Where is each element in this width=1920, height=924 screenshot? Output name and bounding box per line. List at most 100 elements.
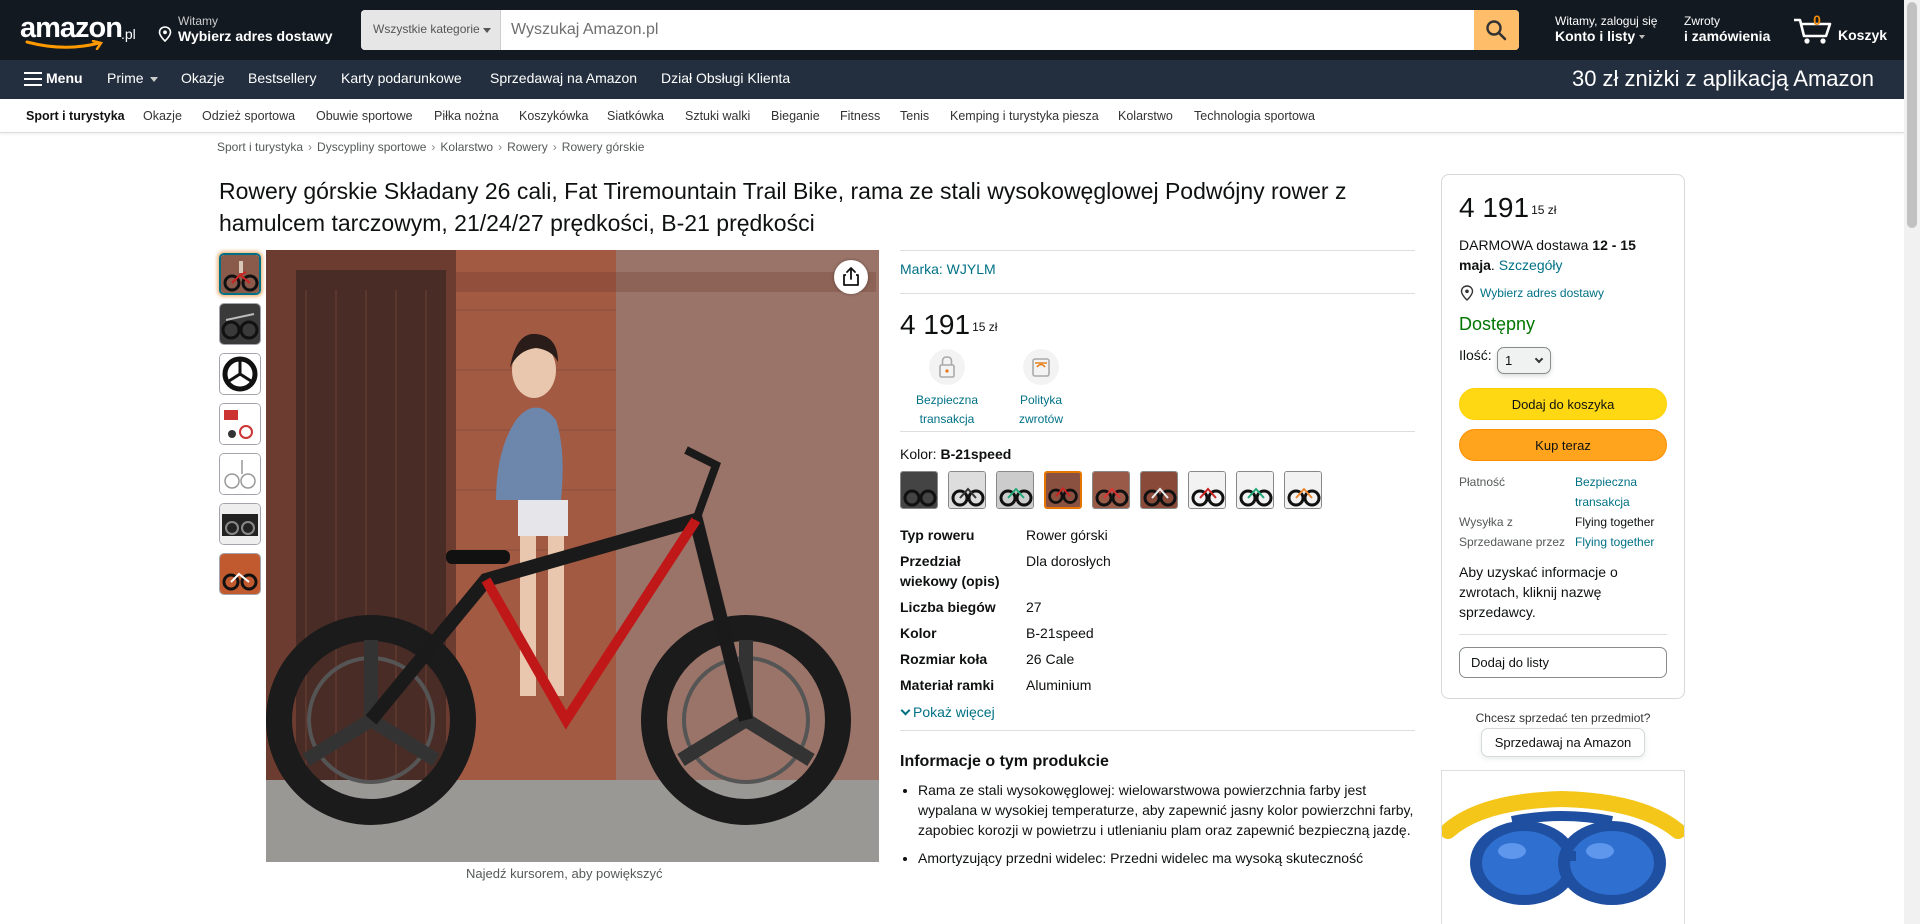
color-swatch[interactable] — [948, 471, 986, 509]
seller-info-key: Płatność — [1459, 475, 1506, 489]
delivery-details-link[interactable]: Szczegóły — [1499, 257, 1563, 273]
account-and-lists[interactable]: Witamy, zaloguj się Konto i listy — [1555, 14, 1657, 44]
seller-info-table: Płatność Bezpieczna transakcja Wysyłka z F… — [1459, 472, 1667, 552]
subnav-item-okazje[interactable]: Okazje — [143, 109, 182, 123]
quantity-label: Ilość: — [1459, 347, 1492, 363]
about-bullet: Amortyzujący przedni widelec: Przedni wi… — [918, 848, 1415, 868]
divider — [900, 250, 1415, 251]
seller-link[interactable]: Flying together — [1575, 532, 1671, 552]
thumbnail-1[interactable] — [219, 253, 261, 295]
subnav-item-bieganie[interactable]: Bieganie — [771, 109, 820, 123]
delivery-prefix: DARMOWA dostawa — [1459, 237, 1593, 253]
cart-label: Koszyk — [1838, 27, 1888, 43]
nav-item-prime[interactable]: Prime — [107, 70, 158, 86]
quantity-dropdown[interactable]: 1 — [1497, 347, 1551, 374]
select-address-link[interactable]: Wybierz adres dostawy — [1459, 285, 1667, 301]
image-thumbnails — [219, 253, 261, 603]
orders-label: i zamówienia — [1684, 28, 1771, 44]
hamburger-menu-icon[interactable] — [24, 72, 42, 90]
color-swatch[interactable] — [1284, 471, 1322, 509]
nav-item-bestsellery[interactable]: Bestsellery — [248, 70, 316, 86]
brand-link[interactable]: Marka: WJYLM — [900, 261, 1415, 277]
price-whole: 4 191 — [900, 309, 971, 340]
thumbnail-5[interactable] — [219, 453, 261, 495]
thumbnail-3[interactable] — [219, 353, 261, 395]
subnav-item-technologia[interactable]: Technologia sportowa — [1194, 109, 1315, 123]
buy-now-button[interactable]: Kup teraz — [1459, 429, 1667, 461]
spec-row: Liczba biegów 27 — [900, 597, 1415, 617]
account-label: Konto i listy — [1555, 28, 1636, 44]
subnav-item-obuwie[interactable]: Obuwie sportowe — [316, 109, 413, 123]
badge-secure-transaction[interactable]: Bezpieczna transakcja — [902, 349, 992, 429]
subnav-item-sport[interactable]: Sport i turystyka — [26, 109, 125, 123]
about-heading: Informacje o tym produkcie — [900, 753, 1109, 770]
search-bar: Wszystkie kategorie — [361, 10, 1519, 50]
color-swatch-selected[interactable] — [1044, 471, 1082, 509]
color-swatch[interactable] — [900, 471, 938, 509]
badge-secure-line1: Bezpieczna — [915, 393, 979, 407]
breadcrumb-item[interactable]: Rowery górskie — [562, 140, 645, 154]
badge-returns-policy[interactable]: Polityka zwrotów — [996, 349, 1086, 429]
nav-item-okazje[interactable]: Okazje — [181, 70, 225, 86]
breadcrumb-item[interactable]: Dyscypliny sportowe — [317, 140, 426, 154]
breadcrumb-item[interactable]: Rowery — [507, 140, 548, 154]
add-to-cart-button[interactable]: Dodaj do koszyka — [1459, 388, 1667, 420]
subnav-item-fitness[interactable]: Fitness — [840, 109, 880, 123]
logo-tld: .pl — [121, 26, 136, 42]
color-swatch[interactable] — [996, 471, 1034, 509]
subnav-item-kemping[interactable]: Kemping i turystyka piesza — [950, 109, 1099, 123]
chevron-down-icon — [900, 705, 911, 716]
color-swatch[interactable] — [1140, 471, 1178, 509]
nav-item-karty-podarunkowe[interactable]: Karty podarunkowe — [341, 70, 462, 86]
show-more-link[interactable]: Pokaż więcej — [900, 704, 1415, 720]
returns-and-orders[interactable]: Zwroty i zamówienia — [1684, 14, 1770, 44]
search-category-dropdown[interactable]: Wszystkie kategorie — [361, 10, 501, 50]
subnav-item-kolarstwo[interactable]: Kolarstwo — [1118, 109, 1173, 123]
thumbnail-2[interactable] — [219, 303, 261, 345]
search-button[interactable] — [1474, 10, 1519, 50]
sell-on-amazon-button[interactable]: Sprzedawaj na Amazon — [1481, 728, 1645, 757]
cart-button[interactable]: 0 Koszyk — [1792, 12, 1892, 48]
return-box-icon — [1032, 358, 1050, 377]
account-greeting: Witamy, zaloguj się — [1555, 14, 1658, 28]
divider — [1459, 634, 1667, 635]
seller-info-key: Sprzedawane przez — [1459, 535, 1566, 549]
spec-key: Rozmiar koła — [900, 651, 988, 667]
thumbnail-6[interactable] — [219, 503, 261, 545]
nav-item-sprzedawaj[interactable]: Sprzedawaj na Amazon — [490, 70, 637, 86]
scrollbar-thumb[interactable] — [1907, 2, 1917, 228]
color-label: Kolor: — [900, 446, 937, 462]
subnav-item-odziez[interactable]: Odzież sportowa — [202, 109, 295, 123]
menu-button[interactable]: Menu — [46, 70, 83, 86]
sponsored-ad[interactable] — [1441, 770, 1685, 924]
color-swatch[interactable] — [1092, 471, 1130, 509]
subnav-item-sztuki-walki[interactable]: Sztuki walki — [685, 109, 750, 123]
returns-note: Aby uzyskać informacje o zwrotach, klikn… — [1459, 564, 1618, 620]
secure-transaction-link[interactable]: Bezpieczna transakcja — [1575, 472, 1671, 512]
page-scrollbar[interactable] — [1904, 0, 1920, 924]
amazon-logo[interactable]: amazon .pl — [20, 10, 138, 50]
app-promo-banner[interactable]: 30 zł zniżki z aplikacją Amazon — [1572, 66, 1874, 92]
subnav-item-siatkowka[interactable]: Siatkówka — [607, 109, 664, 123]
breadcrumb-item[interactable]: Sport i turystyka — [217, 140, 303, 154]
breadcrumb-separator-icon: › — [308, 140, 313, 154]
subnav-item-tenis[interactable]: Tenis — [900, 109, 929, 123]
thumbnail-7[interactable] — [219, 553, 261, 595]
subnav-item-pilka-nozna[interactable]: Piłka nożna — [434, 109, 499, 123]
color-value: B-21speed — [940, 446, 1012, 462]
nav-item-obsluga-klienta[interactable]: Dział Obsługi Klienta — [661, 70, 790, 86]
caret-down-icon — [483, 28, 491, 33]
zoom-hint: Najedź kursorem, aby powiększyć — [466, 866, 663, 881]
stock-status: Dostępny — [1459, 314, 1536, 334]
main-product-image[interactable] — [266, 250, 879, 862]
spec-key: Przedział wiekowy (opis) — [900, 553, 1000, 589]
breadcrumb-separator-icon: › — [431, 140, 436, 154]
subnav-item-koszykowka[interactable]: Koszykówka — [519, 109, 588, 123]
breadcrumb-item[interactable]: Kolarstwo — [440, 140, 493, 154]
search-input[interactable] — [501, 10, 1469, 50]
color-swatch[interactable] — [1236, 471, 1274, 509]
thumbnail-4[interactable] — [219, 403, 261, 445]
share-button[interactable] — [834, 260, 868, 294]
add-to-list-button[interactable]: Dodaj do listy — [1459, 647, 1667, 678]
color-swatch[interactable] — [1188, 471, 1226, 509]
